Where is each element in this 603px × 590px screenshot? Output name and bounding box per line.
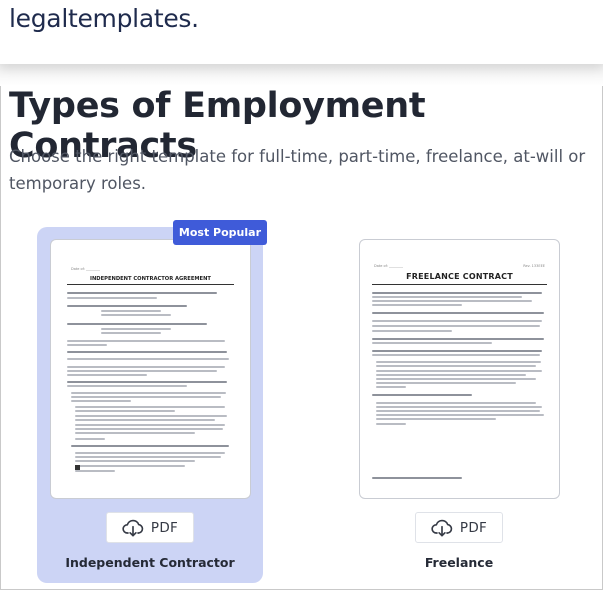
document-preview-thumbnail[interactable]: Date of: ________ INDEPENDENT CONTRACTOR… xyxy=(50,239,251,499)
most-popular-badge: Most Popular xyxy=(172,220,267,245)
pdf-button-label: PDF xyxy=(459,519,488,536)
document-preview-title: INDEPENDENT CONTRACTOR AGREEMENT xyxy=(90,276,211,282)
download-cloud-icon xyxy=(122,518,144,538)
pdf-button-label: PDF xyxy=(150,519,179,536)
download-cloud-icon xyxy=(431,518,453,538)
download-pdf-button[interactable]: PDF xyxy=(415,512,503,543)
download-pdf-button[interactable]: PDF xyxy=(106,512,194,543)
document-preview-title: FREELANCE CONTRACT xyxy=(406,272,513,281)
document-preview: Date of: ________ Rev. 133EEE FREELANCE … xyxy=(370,252,549,488)
card-title[interactable]: Independent Contractor xyxy=(37,555,263,570)
document-preview-thumbnail[interactable]: Date of: ________ Rev. 133EEE FREELANCE … xyxy=(359,239,560,499)
site-header: legaltemplates. xyxy=(0,0,603,64)
document-preview: Date of: ________ INDEPENDENT CONTRACTOR… xyxy=(61,252,240,488)
header-shadow xyxy=(0,64,603,86)
page-subtitle: Choose the right template for full-time,… xyxy=(9,147,586,193)
template-card-independent-contractor[interactable]: Date of: ________ INDEPENDENT CONTRACTOR… xyxy=(37,220,267,583)
template-card-freelance[interactable]: Date of: ________ Rev. 133EEE FREELANCE … xyxy=(346,227,572,583)
card-title[interactable]: Freelance xyxy=(346,555,572,570)
site-logo[interactable]: legaltemplates. xyxy=(9,4,199,33)
